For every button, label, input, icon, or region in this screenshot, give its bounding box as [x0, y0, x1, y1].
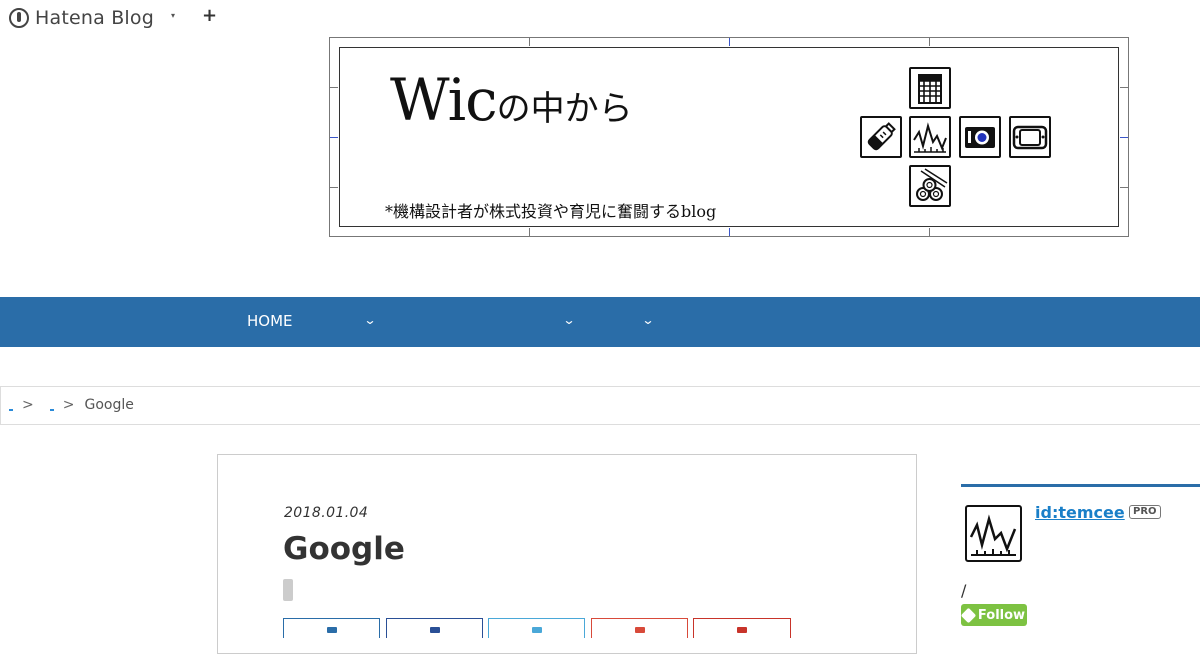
- breadcrumb-link-category[interactable]: [49, 398, 55, 412]
- ruler-tick: [1120, 137, 1128, 138]
- breadcrumb: > > Google: [0, 386, 1200, 425]
- global-nav: HOME ⌄ ⌄ ⌄: [0, 297, 1200, 347]
- hatena-bookmark-icon: [326, 627, 337, 633]
- nav-dropdown-chevron-icon[interactable]: ⌄: [562, 313, 575, 327]
- article-date[interactable]: 2018.01.04: [284, 505, 368, 521]
- nav-dropdown-chevron-icon[interactable]: ⌄: [641, 313, 654, 327]
- ruler-tick: [1120, 87, 1128, 88]
- pro-badge: PRO: [1129, 505, 1161, 519]
- ruler-tick: [729, 228, 730, 236]
- sidebar-section-rule: [961, 484, 1200, 487]
- nav-dropdown-chevron-icon[interactable]: ⌄: [363, 313, 376, 327]
- stock-chart-icon: [969, 514, 1017, 556]
- follow-label: Follow: [977, 607, 1026, 623]
- stock-chart-icon: [909, 116, 951, 158]
- share-button-pocket[interactable]: [693, 618, 791, 638]
- profile-user-id-link[interactable]: id:temcee: [1035, 503, 1125, 522]
- profile-description: /: [961, 581, 967, 600]
- ruler-tick: [929, 38, 930, 46]
- ruler-tick: [1120, 187, 1128, 188]
- share-button-google-plus[interactable]: [591, 618, 688, 638]
- blog-title-japanese: の中から: [496, 89, 633, 129]
- hatena-logo-icon: [9, 8, 29, 28]
- nav-home-link[interactable]: HOME: [247, 312, 293, 330]
- pocket-icon: [737, 627, 747, 633]
- ruler-tick: [330, 137, 338, 138]
- blog-title-latin: Wic: [390, 66, 498, 134]
- baby-bottle-icon: [860, 116, 902, 158]
- twitter-icon: [531, 627, 542, 633]
- share-button-hatena[interactable]: [283, 618, 380, 638]
- follow-icon: [960, 607, 977, 623]
- breadcrumb-link-top[interactable]: [9, 398, 14, 412]
- game-console-icon: [1009, 116, 1051, 158]
- ruler-tick: [929, 228, 930, 236]
- ruler-tick: [330, 87, 338, 88]
- article-category-tag[interactable]: [283, 579, 293, 601]
- ruler-tick: [529, 38, 530, 46]
- hatena-logo-text: Hatena Blog: [35, 7, 154, 29]
- share-button-facebook[interactable]: [386, 618, 483, 638]
- ruler-tick: [729, 38, 730, 46]
- menu-caret-icon[interactable]: ▾: [171, 11, 175, 20]
- breadcrumb-current: Google: [84, 397, 134, 413]
- breadcrumb-separator: >: [22, 397, 34, 413]
- facebook-icon: [429, 627, 440, 633]
- article-card: 2018.01.04 Google: [217, 454, 917, 654]
- avatar[interactable]: [965, 505, 1022, 562]
- follow-button[interactable]: Follow: [960, 604, 1027, 626]
- hatena-blog-logo[interactable]: Hatena Blog: [9, 6, 154, 30]
- google-plus-icon: [634, 627, 645, 633]
- camera-icon: [959, 116, 1001, 158]
- ruler-tick: [529, 228, 530, 236]
- blog-title: Wicの中から: [390, 66, 633, 134]
- article-title[interactable]: Google: [283, 531, 405, 567]
- blog-header-banner[interactable]: Wicの中から *機構設計者が株式投資や育児に奮闘するblog: [329, 37, 1129, 237]
- breadcrumb-separator: >: [62, 397, 75, 413]
- add-icon[interactable]: +: [202, 5, 217, 26]
- hatena-blog-bar: Hatena Blog ▾ +: [0, 0, 1200, 36]
- building-grid-icon: [909, 67, 951, 109]
- banner-frame: Wicの中から *機構設計者が株式投資や育児に奮闘するblog: [339, 47, 1119, 227]
- blog-subtitle: *機構設計者が株式投資や育児に奮闘するblog: [385, 202, 717, 221]
- share-button-twitter[interactable]: [488, 618, 585, 638]
- ruler-tick: [330, 187, 338, 188]
- wood-logs-icon: [909, 165, 951, 207]
